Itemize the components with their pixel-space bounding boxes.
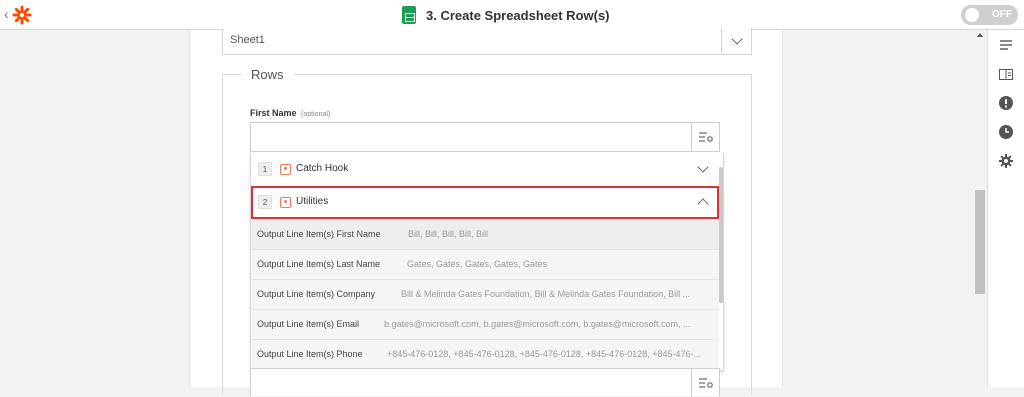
output-field-sample: Bill, Bill, Bill, Bill, Bill	[408, 229, 489, 239]
output-field-label: Output Line Item(s) Phone	[257, 349, 363, 359]
scroll-up-arrow-icon[interactable]	[977, 33, 983, 37]
page-title-group: 3. Create Spreadsheet Row(s)	[402, 6, 610, 24]
output-field-last-name[interactable]: Output Line Item(s) Last Name Gates, Gat…	[251, 249, 719, 279]
first-name-input[interactable]	[250, 122, 720, 152]
worksheet-select-value: Sheet1	[230, 34, 265, 46]
editor-panel: Sheet1 Rows First Name (optional) 1 Catc…	[189, 28, 783, 397]
output-field-label: Output Line Item(s) Company	[257, 289, 376, 299]
output-field-phone[interactable]: Output Line Item(s) Phone +845-476-0128,…	[251, 339, 719, 369]
back-arrow-icon[interactable]: ‹	[4, 7, 9, 21]
alert-icon[interactable]	[997, 94, 1015, 112]
insert-data-button[interactable]	[691, 123, 719, 151]
page-title: 3. Create Spreadsheet Row(s)	[426, 7, 610, 23]
output-field-email[interactable]: Output Line Item(s) Email b.gates@micros…	[251, 309, 719, 339]
zap-on-off-toggle[interactable]: OFF	[961, 5, 1018, 25]
top-bar: ‹ 3. Create Spreadsheet Row(s) OFF	[0, 0, 1024, 30]
optional-hint: (optional)	[301, 111, 331, 118]
zapier-logo-icon[interactable]	[12, 5, 32, 25]
main-scrollbar-thumb[interactable]	[975, 190, 985, 294]
output-field-sample: Bill & Melinda Gates Foundation, Bill & …	[401, 289, 691, 299]
first-name-label: First Name (optional)	[250, 108, 330, 118]
output-field-label: Output Line Item(s) First Name	[257, 229, 381, 239]
worksheet-select[interactable]: Sheet1	[222, 28, 752, 55]
step-catch-hook[interactable]: 1 Catch Hook	[251, 153, 719, 186]
layout-icon[interactable]	[997, 65, 1015, 83]
output-field-sample: Gates, Gates, Gates, Gates, Gates	[407, 259, 548, 269]
output-field-label: Output Line Item(s) Last Name	[257, 259, 381, 269]
worksheet-select-toggle[interactable]	[721, 28, 751, 54]
next-field-input[interactable]	[250, 368, 720, 397]
step-number: 1	[258, 162, 272, 176]
insert-data-button[interactable]	[691, 369, 719, 397]
chevron-down-icon	[697, 161, 709, 173]
utilities-icon	[280, 197, 291, 208]
output-field-first-name[interactable]: Output Line Item(s) First Name Bill, Bil…	[251, 219, 719, 249]
output-field-label: Output Line Item(s) Email	[257, 319, 360, 329]
step-label: Utilities	[296, 196, 329, 207]
first-name-label-text: First Name	[250, 108, 297, 118]
step-number: 2	[258, 195, 272, 209]
output-field-sample: b.gates@microsoft.com, b.gates@microsoft…	[384, 319, 691, 329]
step-utilities[interactable]: 2 Utilities	[251, 186, 719, 219]
output-field-company[interactable]: Output Line Item(s) Company Bill & Melin…	[251, 279, 719, 309]
details-icon[interactable]	[997, 36, 1015, 54]
rows-legend: Rows	[241, 67, 294, 82]
insert-field-icon	[699, 132, 713, 142]
history-icon[interactable]	[997, 123, 1015, 141]
right-sidebar	[987, 30, 1024, 387]
chevron-up-icon	[697, 198, 709, 210]
webhook-icon	[280, 164, 291, 175]
toggle-knob	[965, 8, 979, 22]
step-label: Catch Hook	[296, 163, 349, 174]
dropdown-scrollbar[interactable]	[719, 167, 723, 303]
settings-icon[interactable]	[997, 152, 1015, 170]
chevron-down-icon	[731, 33, 743, 45]
toggle-label: OFF	[992, 9, 1012, 20]
google-sheets-icon	[402, 6, 416, 24]
output-field-sample: +845-476-0128, +845-476-0128, +845-476-0…	[387, 349, 702, 359]
data-picker-dropdown: 1 Catch Hook 2 Utilities Output Line Ite…	[250, 153, 724, 371]
